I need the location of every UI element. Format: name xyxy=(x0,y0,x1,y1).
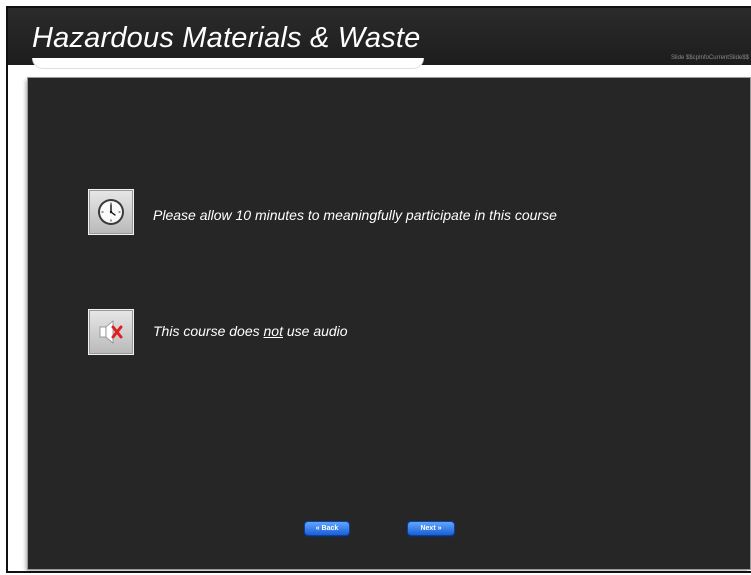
audio-notice-text-end: use audio xyxy=(282,323,348,339)
course-title: Hazardous Materials & Waste xyxy=(32,22,421,54)
clock-icon xyxy=(98,199,124,225)
back-button[interactable]: « Back xyxy=(304,521,350,536)
header-tab-decoration xyxy=(32,58,424,69)
speaker-muted-icon xyxy=(99,320,123,344)
course-player-frame: Hazardous Materials & Waste Slide $$cpIn… xyxy=(6,6,751,573)
next-button[interactable]: Next » xyxy=(407,521,455,536)
course-header: Hazardous Materials & Waste Slide $$cpIn… xyxy=(8,8,751,65)
audio-notice-text: This course does not use audio xyxy=(153,323,348,339)
clock-icon-box xyxy=(88,189,134,235)
slide-info: Slide $$cpInfoCurrentSlide$$ xyxy=(670,55,749,61)
audio-notice-text-start: This course does xyxy=(153,323,264,339)
course-duration-text: Please allow 10 minutes to meaningfully … xyxy=(153,207,557,223)
slide-content: Please allow 10 minutes to meaningfully … xyxy=(28,78,750,569)
audio-notice-emphasis: not xyxy=(263,323,283,339)
speaker-muted-icon-box xyxy=(88,309,134,355)
